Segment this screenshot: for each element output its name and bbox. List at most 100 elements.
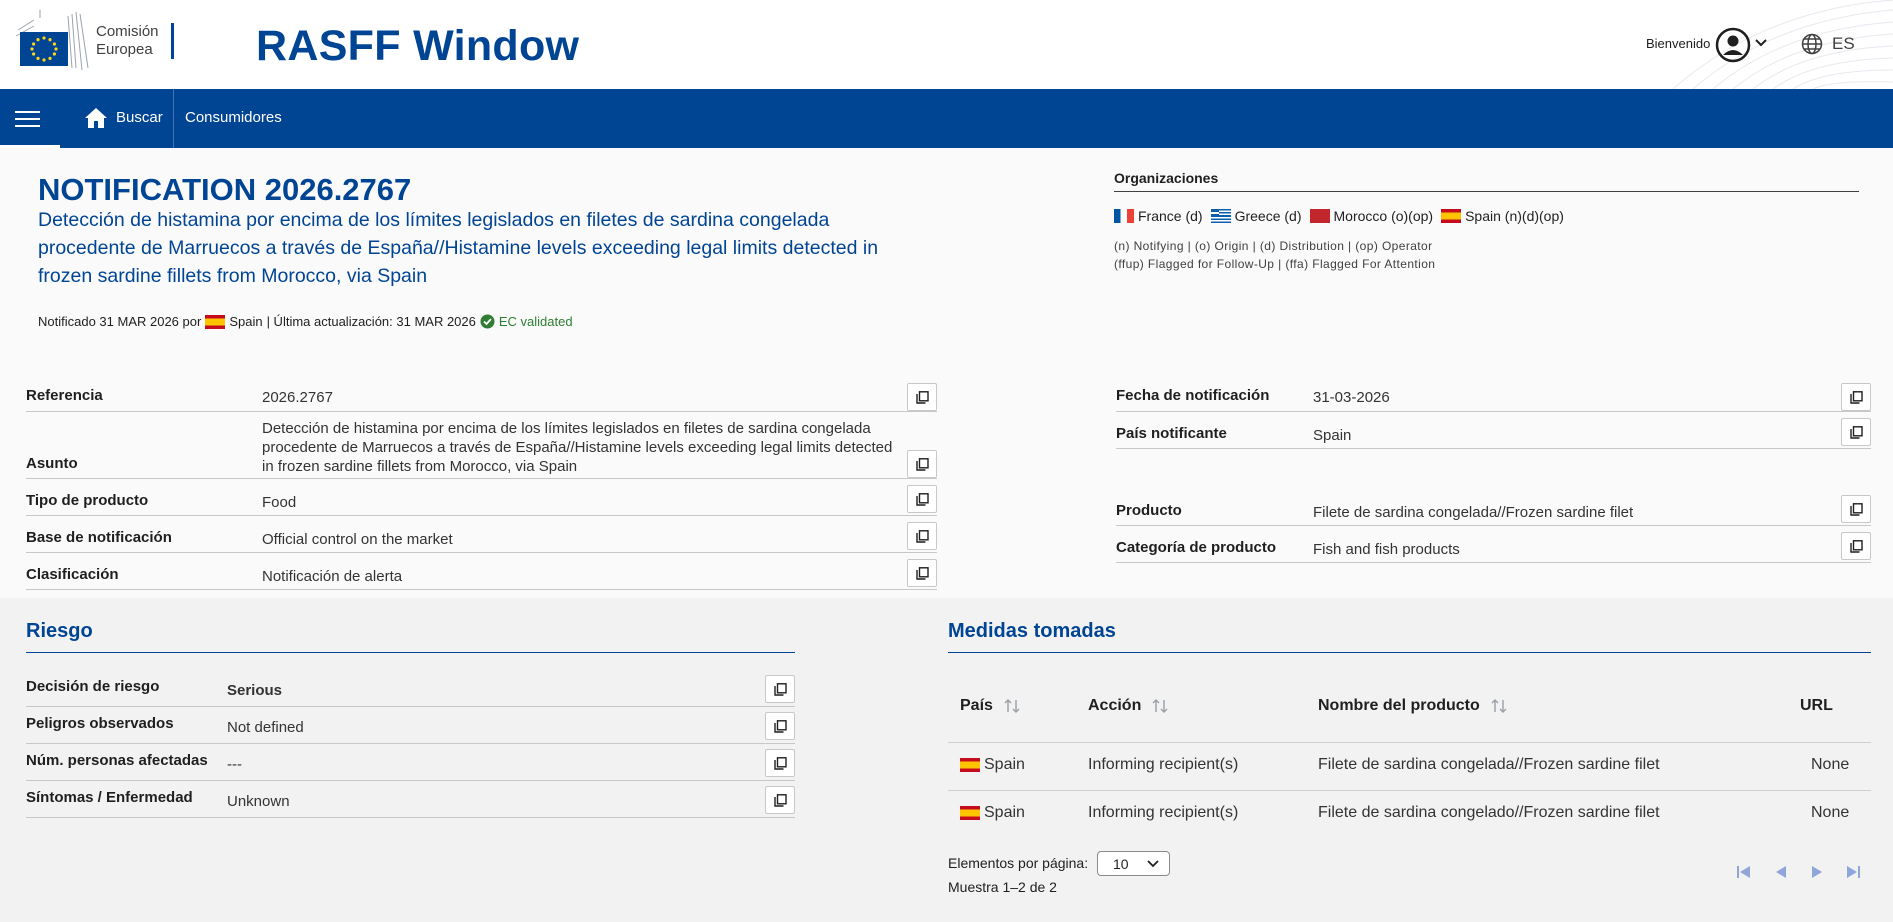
copy-button[interactable]	[907, 485, 937, 513]
detail-row-pais-notificante: País notificante Spain	[1116, 413, 1871, 449]
language-selector[interactable]: ES	[1832, 34, 1855, 54]
last-page-icon[interactable]	[1844, 863, 1862, 881]
previous-page-icon[interactable]	[1772, 863, 1790, 881]
table-divider	[948, 790, 1871, 791]
validated-text: EC validated	[498, 314, 573, 329]
table-cell-url: None	[1811, 756, 1850, 773]
per-page-label: Elementos por página:	[948, 855, 1089, 871]
detail-value: 31-03-2026	[1313, 389, 1390, 406]
cell-text: Spain	[984, 756, 1025, 773]
detail-label: País notificante	[1116, 425, 1227, 442]
copy-button[interactable]	[1841, 532, 1871, 560]
org-name: France (d)	[1138, 208, 1203, 224]
copy-button[interactable]	[907, 383, 937, 411]
nav-separator	[173, 89, 174, 148]
detail-label: Base de notificación	[26, 529, 172, 546]
copy-button[interactable]	[765, 786, 795, 814]
detail-row-asunto: Asunto Detección de histamina por encima…	[26, 413, 937, 479]
per-page-select[interactable]: 10	[1097, 851, 1170, 876]
copy-button[interactable]	[765, 749, 795, 777]
col-header-pais[interactable]: País	[960, 697, 1021, 715]
copy-button[interactable]	[907, 559, 937, 587]
notified-line: Notificado 31 MAR 2026 por Spain | Últim…	[38, 314, 573, 329]
col-header-accion[interactable]: Acción	[1088, 697, 1169, 715]
org-item: Greece (d)	[1210, 208, 1302, 224]
risk-row-decision: Decisión de riesgo Serious	[26, 671, 795, 707]
detail-value: Notificación de alerta	[262, 568, 403, 585]
nav-buscar[interactable]: Buscar	[116, 109, 163, 126]
legend-line-2: (ffup) Flagged for Follow-Up | (ffa) Fla…	[1114, 257, 1436, 271]
sort-icon[interactable]	[1151, 697, 1169, 715]
detail-value: 2026.2767	[262, 389, 333, 406]
copy-icon	[916, 530, 929, 543]
per-page-value: 10	[1113, 856, 1129, 872]
ec-logo-flag-icon	[15, 10, 89, 71]
copy-button[interactable]	[1841, 418, 1871, 446]
org-item: Morocco (o)(op)	[1309, 208, 1434, 224]
user-avatar-icon[interactable]	[1715, 27, 1751, 63]
ec-logo[interactable]: Comisión Europea	[12, 10, 174, 72]
detail-value: Filete de sardina congelada//Frozen sard…	[1313, 504, 1634, 521]
risk-label: Peligros observados	[26, 715, 174, 732]
copy-button[interactable]	[765, 675, 795, 703]
welcome-text: Bienvenido	[1646, 36, 1711, 51]
menu-button[interactable]	[0, 89, 60, 148]
detail-row-base-notificacion: Base de notificación Official control on…	[26, 517, 937, 553]
risk-label: Síntomas / Enfermedad	[26, 789, 193, 806]
detail-label: Clasificación	[26, 566, 119, 583]
table-cell-action: Informing recipient(s)	[1088, 756, 1239, 773]
next-page-icon[interactable]	[1808, 863, 1826, 881]
measures-heading: Medidas tomadas	[948, 620, 1116, 642]
notified-prefix: Notificado 31 MAR 2026 por	[38, 314, 202, 329]
spain-flag-icon	[1441, 209, 1462, 223]
risk-value: Unknown	[227, 793, 290, 810]
copy-icon	[1850, 540, 1863, 553]
detail-label: Asunto	[26, 455, 78, 472]
copy-button[interactable]	[1841, 495, 1871, 523]
logo-line-2: Europea	[96, 41, 153, 58]
risk-divider	[26, 652, 795, 653]
detail-row-clasificacion: Clasificación Notificación de alerta	[26, 554, 937, 590]
detail-row-tipo-producto: Tipo de producto Food	[26, 480, 937, 516]
org-name: Morocco (o)(op)	[1333, 208, 1434, 224]
detail-value: Fish and fish products	[1313, 541, 1460, 558]
copy-icon	[916, 567, 929, 580]
detail-label: Fecha de notificación	[1116, 387, 1270, 404]
updated-text: | Última actualización: 31 MAR 2026	[266, 314, 476, 329]
col-header-label: Acción	[1088, 697, 1142, 714]
measures-divider	[948, 652, 1871, 653]
nav-consumidores[interactable]: Consumidores	[185, 109, 282, 126]
sort-icon[interactable]	[1003, 697, 1021, 715]
detail-row-categoria-producto: Categoría de producto Fish and fish prod…	[1116, 527, 1871, 563]
organizations-divider	[1114, 191, 1859, 192]
home-icon[interactable]	[84, 106, 108, 130]
sort-icon[interactable]	[1490, 697, 1508, 715]
copy-icon	[1850, 426, 1863, 439]
detail-value: Food	[262, 494, 297, 511]
france-flag-icon	[1114, 209, 1134, 223]
table-cell-product: Filete de sardina congelado//Frozen sard…	[1318, 804, 1660, 821]
copy-button[interactable]	[907, 450, 937, 478]
copy-icon	[774, 720, 787, 733]
table-cell-product: Filete de sardina congelada//Frozen sard…	[1318, 756, 1660, 773]
app-title[interactable]: RASFF Window	[256, 22, 579, 71]
first-page-icon[interactable]	[1735, 863, 1753, 881]
col-header-nombre-producto[interactable]: Nombre del producto	[1318, 697, 1508, 715]
globe-icon[interactable]	[1801, 33, 1823, 55]
risk-heading: Riesgo	[26, 620, 93, 642]
copy-button[interactable]	[1841, 383, 1871, 411]
copy-button[interactable]	[907, 522, 937, 550]
greece-flag-icon	[1210, 209, 1231, 223]
logo-divider	[170, 23, 174, 59]
copy-icon	[916, 458, 929, 471]
notified-country: Spain	[229, 314, 263, 329]
copy-button[interactable]	[765, 712, 795, 740]
copy-icon	[774, 683, 787, 696]
table-divider	[948, 742, 1871, 743]
detail-row-referencia: Referencia 2026.2767	[26, 376, 937, 412]
spain-flag-icon	[205, 314, 226, 329]
chevron-down-icon	[1147, 860, 1159, 868]
org-item: France (d)	[1114, 208, 1203, 224]
detail-row-fecha-notificacion: Fecha de notificación 31-03-2026	[1116, 376, 1871, 412]
chevron-down-icon[interactable]	[1754, 36, 1768, 50]
